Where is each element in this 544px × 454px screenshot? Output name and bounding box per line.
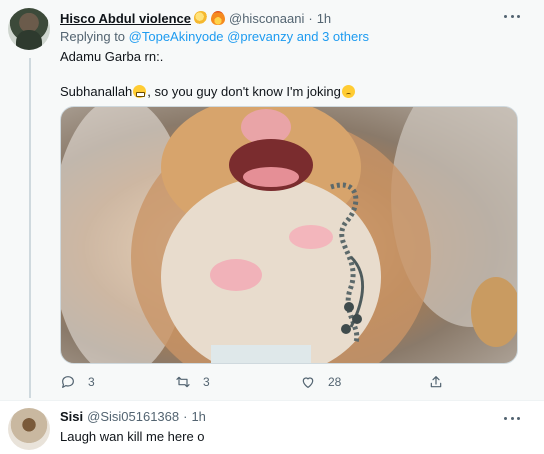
reply-count: 3 — [88, 375, 95, 389]
avatar[interactable] — [8, 408, 50, 450]
reply-icon — [62, 376, 74, 388]
avatar[interactable] — [8, 8, 50, 50]
timestamp[interactable]: 1h — [317, 11, 331, 26]
grimacing-face-icon — [133, 85, 147, 98]
replying-others-link[interactable]: 3 others — [322, 29, 369, 44]
tweet-text-line-1: Adamu Garba rn:. — [60, 49, 164, 64]
replying-and[interactable]: and — [297, 29, 319, 44]
like-button[interactable]: 28 — [300, 373, 341, 391]
thread-line — [29, 58, 31, 398]
like-count: 28 — [328, 375, 342, 389]
reply-tweet[interactable]: Sisi @Sisi05161368 · 1h Laugh wan kill m… — [0, 401, 544, 454]
replying-to: Replying to @TopeAkinyode @prevanzy and … — [60, 29, 369, 44]
separator: · — [183, 409, 188, 424]
tweet-text-start: Subhanallah — [60, 84, 133, 99]
separator: · — [308, 10, 313, 26]
reply-text: Laugh wan kill me here o — [60, 429, 205, 444]
tweet[interactable]: Hisco Abdul violence @hisconaani · 1h Re… — [0, 0, 544, 400]
tweet-text-line-2: Subhanallah , so you guy don't know I'm … — [60, 84, 356, 99]
author-name[interactable]: Hisco Abdul violence — [60, 11, 191, 26]
dizzy-emoji-icon — [194, 11, 208, 25]
tweet-header: Hisco Abdul violence @hisconaani · 1h — [60, 9, 331, 27]
reply-timestamp[interactable]: 1h — [191, 409, 205, 424]
more-options-icon[interactable] — [504, 12, 520, 20]
sad-face-icon — [341, 85, 355, 98]
heart-icon — [302, 377, 314, 388]
more-options-icon[interactable] — [504, 414, 520, 422]
replying-prefix: Replying to — [60, 29, 126, 44]
tweet-text-mid: , so you guy don't know I'm joking — [147, 84, 341, 99]
hamster-image-icon — [61, 107, 517, 363]
share-icon — [430, 376, 442, 388]
tweet-actions: 3 3 28 — [60, 373, 480, 391]
author-handle[interactable]: @hisconaani — [229, 11, 304, 26]
retweet-icon — [176, 376, 190, 388]
reply-header: Sisi @Sisi05161368 · 1h — [60, 409, 206, 424]
fire-emoji-icon — [211, 11, 225, 25]
retweet-button[interactable]: 3 — [175, 373, 210, 391]
reply-author-handle[interactable]: @Sisi05161368 — [87, 409, 179, 424]
tweet-media-image[interactable] — [60, 106, 518, 364]
reply-button[interactable]: 3 — [60, 373, 95, 391]
replying-users-link[interactable]: @TopeAkinyode @prevanzy — [129, 29, 293, 44]
share-button[interactable] — [428, 373, 444, 391]
reply-author-name[interactable]: Sisi — [60, 409, 83, 424]
retweet-count: 3 — [203, 375, 210, 389]
